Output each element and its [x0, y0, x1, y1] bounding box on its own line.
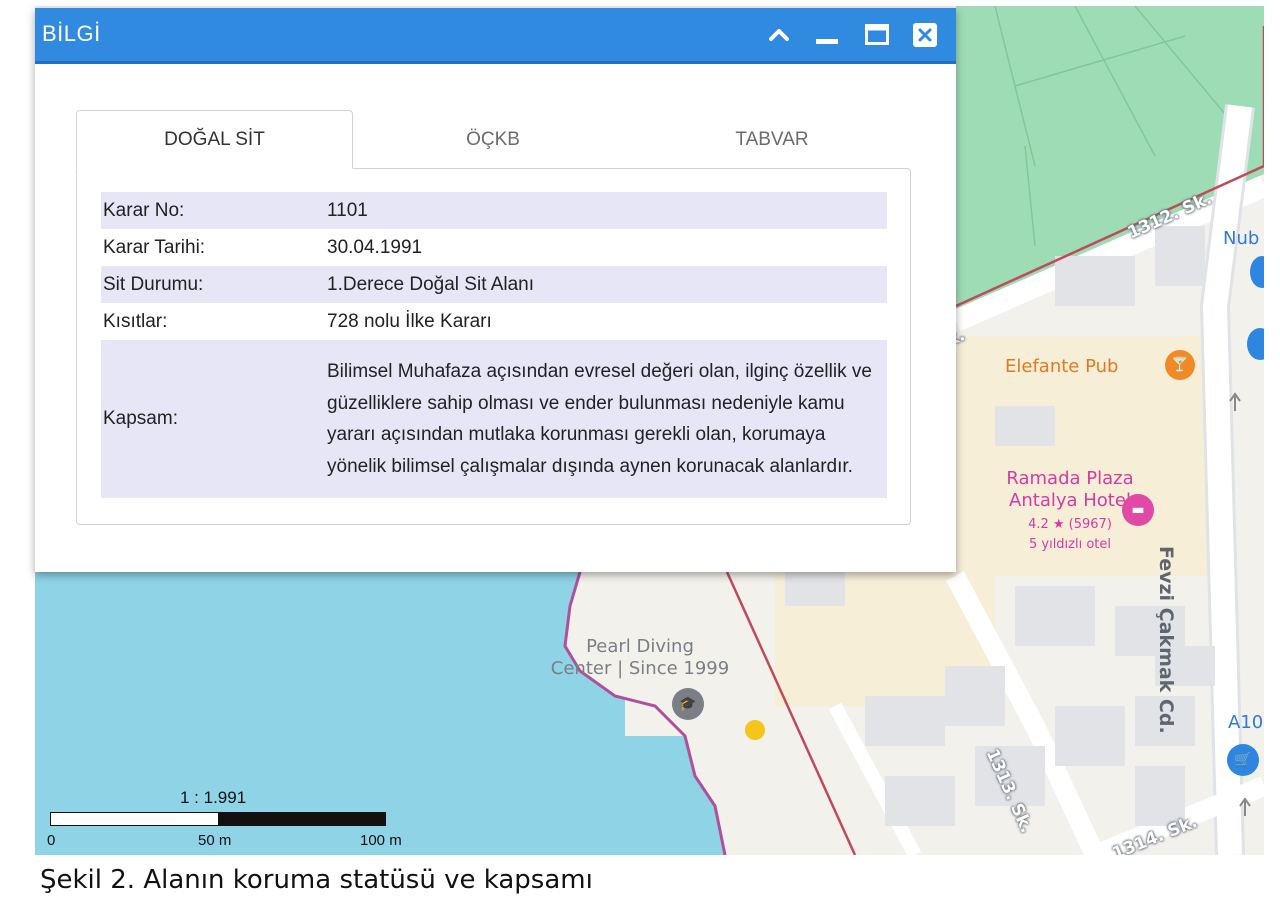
street-label-fevzi-cakmak: Fevzi Çakmak Cd.	[1155, 546, 1177, 734]
tab-panel: Karar No: 1101 Karar Tarihi: 30.04.1991 …	[76, 168, 911, 525]
map-scale-bar	[50, 812, 386, 826]
shopping-cart-icon[interactable]: 🛒	[1227, 744, 1259, 776]
row-key-kapsam: Kapsam:	[101, 340, 327, 498]
poi-label-diving-line2[interactable]: Center | Since 1999	[525, 658, 755, 680]
dialog-title: BİLGİ	[42, 21, 101, 46]
poi-label-elefante-pub[interactable]: Elefante Pub	[1005, 356, 1118, 377]
poi-label-hotel-line1[interactable]: Ramada Plaza	[970, 468, 1170, 490]
tab-ockb[interactable]: ÖÇKB	[353, 110, 633, 169]
map-scale-ratio: 1 : 1.991	[180, 788, 247, 807]
scale-tick-0: 0	[47, 832, 56, 849]
hotel-class: 5 yıldızlı otel	[1028, 537, 1112, 552]
scale-tick-50: 50 m	[198, 832, 232, 849]
poi-label-diving-line1[interactable]: Pearl Diving	[525, 636, 755, 658]
poi-label-a10: A10	[1228, 712, 1264, 733]
info-table: Karar No: 1101 Karar Tarihi: 30.04.1991 …	[101, 192, 887, 498]
hotel-bed-icon[interactable]: ▬	[1122, 494, 1154, 526]
minimize-icon	[816, 39, 838, 44]
row-key-kisitlar: Kısıtlar:	[103, 310, 168, 332]
row-value-kisitlar: 728 nolu İlke Kararı	[327, 310, 492, 332]
row-value-karar-no: 1101	[327, 192, 887, 229]
row-value-karar-tarihi: 30.04.1991	[327, 236, 423, 258]
poi-dot-icon[interactable]	[745, 720, 765, 740]
table-row: Karar No: 1101	[101, 192, 887, 229]
row-key-karar-tarihi: Karar Tarihi:	[103, 236, 206, 258]
tab-dogal-sit[interactable]: DOĞAL SİT	[76, 110, 353, 169]
collapse-button[interactable]	[766, 22, 792, 48]
maximize-icon	[865, 24, 889, 45]
table-row: Kapsam: Bilimsel Muhafaza açısından evre…	[101, 340, 887, 498]
scale-tick-100: 100 m	[360, 832, 402, 849]
dialog-titlebar[interactable]: BİLGİ	[35, 8, 956, 64]
minimize-button[interactable]	[814, 22, 840, 48]
tab-tabvar[interactable]: TABVAR	[633, 110, 911, 169]
graduation-cap-icon[interactable]: 🎓	[672, 688, 704, 720]
tab-container: DOĞAL SİT ÖÇKB TABVAR Karar No: 1101 Kar…	[76, 110, 911, 525]
chevron-up-icon	[769, 29, 789, 41]
figure-caption: Şekil 2. Alanın koruma statüsü ve kapsam…	[40, 865, 593, 895]
info-dialog: BİLGİ DOĞAL SİT ÖÇKB TABVAR Karar No: 11…	[35, 8, 956, 572]
cocktail-icon[interactable]: 🍸	[1165, 350, 1195, 380]
row-key-sit-durumu: Sit Durumu:	[101, 266, 327, 303]
close-button[interactable]	[912, 22, 938, 48]
row-value-sit-durumu: 1.Derece Doğal Sit Alanı	[327, 266, 887, 303]
maximize-button[interactable]	[864, 22, 890, 48]
row-value-kapsam: Bilimsel Muhafaza açısından evresel değe…	[327, 340, 887, 498]
table-row: Kısıtlar: 728 nolu İlke Kararı	[101, 303, 887, 340]
row-key-karar-no: Karar No:	[101, 192, 327, 229]
close-icon	[913, 23, 937, 47]
poi-label-nub: Nub	[1223, 228, 1260, 249]
table-row: Sit Durumu: 1.Derece Doğal Sit Alanı	[101, 266, 887, 303]
table-row: Karar Tarihi: 30.04.1991	[101, 229, 887, 266]
